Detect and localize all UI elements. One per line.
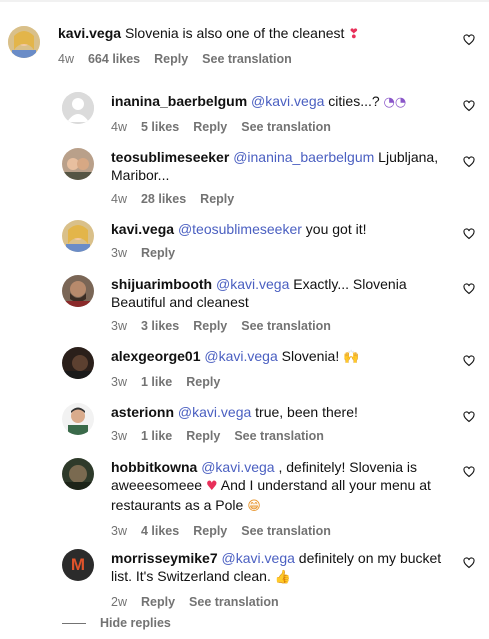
reply-button[interactable]: Reply xyxy=(200,191,234,207)
raised-hands-emoji: 🙌 xyxy=(343,350,360,365)
avatar[interactable] xyxy=(62,92,94,124)
pink-heart-emoji: ♥ xyxy=(205,479,218,494)
like-heart-icon[interactable] xyxy=(463,557,475,569)
username[interactable]: inanina_baerbelgum xyxy=(111,93,247,109)
username[interactable]: shijuarimbooth xyxy=(111,276,212,292)
likes-count[interactable]: 4 likes xyxy=(141,523,179,539)
mention-link[interactable]: @kavi.vega xyxy=(178,404,251,420)
avatar[interactable] xyxy=(62,458,94,490)
comment-text: you got it! xyxy=(305,221,367,237)
see-translation-link[interactable]: See translation xyxy=(189,594,279,610)
mention-link[interactable]: @kavi.vega xyxy=(222,550,295,566)
reply-button[interactable]: Reply xyxy=(141,245,175,261)
reply-button[interactable]: Reply xyxy=(154,51,188,67)
comment-text: Slovenia! xyxy=(281,348,340,364)
see-translation-link[interactable]: See translation xyxy=(234,428,324,444)
comment-text: cities...? xyxy=(328,93,380,109)
reply-button[interactable]: Reply xyxy=(193,318,227,334)
comment-text: Slovenia is also one of the cleanest xyxy=(124,25,345,41)
likes-count[interactable]: 1 like xyxy=(141,428,172,444)
likes-count[interactable]: 28 likes xyxy=(141,191,186,207)
reply-button[interactable]: Reply xyxy=(193,119,227,135)
comment-text: definitely on my bucket xyxy=(298,550,442,566)
comment-text-cont: aweeesomeee xyxy=(111,477,203,493)
username[interactable]: asterionn xyxy=(111,404,174,420)
comment-text: Ljubljana, xyxy=(378,149,439,165)
avatar[interactable] xyxy=(62,275,94,307)
hide-replies-line xyxy=(62,622,86,624)
see-translation-link[interactable]: See translation xyxy=(241,523,331,539)
mention-link[interactable]: @kavi.vega xyxy=(251,93,324,109)
timestamp: 3w xyxy=(111,319,127,333)
see-translation-link[interactable]: See translation xyxy=(202,51,292,67)
like-heart-icon[interactable] xyxy=(463,283,475,295)
username[interactable]: alexgeorge01 xyxy=(111,348,201,364)
username[interactable]: hobbitkowna xyxy=(111,459,197,475)
like-heart-icon[interactable] xyxy=(463,466,475,478)
username[interactable]: teosublimeseeker xyxy=(111,149,229,165)
like-heart-icon[interactable] xyxy=(463,156,475,168)
comment-text-cont: restaurants as a Pole xyxy=(111,497,244,513)
comment-text-cont: And I understand all your menu at xyxy=(220,477,431,493)
timestamp: 3w xyxy=(111,429,127,443)
thumbs-up-emoji: 👍 xyxy=(274,570,291,585)
mention-link[interactable]: @kavi.vega xyxy=(216,276,289,292)
timestamp: 3w xyxy=(111,246,127,260)
mention-link[interactable]: @kavi.vega xyxy=(204,348,277,364)
reply-button[interactable]: Reply xyxy=(141,594,175,610)
like-heart-icon[interactable] xyxy=(463,34,475,46)
like-heart-icon[interactable] xyxy=(463,228,475,240)
reply-button[interactable]: Reply xyxy=(186,428,220,444)
timestamp: 3w xyxy=(111,375,127,389)
comment-text: Exactly... Slovenia xyxy=(293,276,407,292)
avatar[interactable] xyxy=(8,26,40,58)
avatar-letter: M xyxy=(70,555,86,574)
avatar[interactable] xyxy=(62,403,94,435)
reply-button[interactable]: Reply xyxy=(193,523,227,539)
comment-text: , definitely! Slovenia is xyxy=(278,459,417,475)
like-heart-icon[interactable] xyxy=(463,100,475,112)
timestamp: 4w xyxy=(111,192,127,206)
avatar[interactable] xyxy=(62,148,94,180)
comment-text-cont: Maribor... xyxy=(111,167,170,183)
top-divider xyxy=(0,0,489,2)
like-heart-icon[interactable] xyxy=(463,355,475,367)
comment-text-cont: list. It's Switzerland clean. xyxy=(111,568,271,584)
hide-replies-button[interactable]: Hide replies xyxy=(100,616,171,630)
username[interactable]: kavi.vega xyxy=(111,221,174,237)
reply-button[interactable]: Reply xyxy=(186,374,220,390)
comment-text-cont: Beautiful and cleanest xyxy=(111,294,249,310)
comment-text: true, been there! xyxy=(255,404,358,420)
username[interactable]: morrisseymike7 xyxy=(111,550,218,566)
avatar[interactable] xyxy=(62,220,94,252)
timestamp: 4w xyxy=(111,120,127,134)
like-heart-icon[interactable] xyxy=(463,411,475,423)
username[interactable]: kavi.vega xyxy=(58,25,121,41)
mention-link[interactable]: @kavi.vega xyxy=(201,459,274,475)
timestamp: 2w xyxy=(111,595,127,609)
mention-link[interactable]: @teosublimeseeker xyxy=(178,221,302,237)
likes-count[interactable]: 3 likes xyxy=(141,318,179,334)
timestamp: 4w xyxy=(58,52,74,66)
see-translation-link[interactable]: See translation xyxy=(241,119,331,135)
timestamp: 3w xyxy=(111,524,127,538)
see-translation-link[interactable]: See translation xyxy=(241,318,331,334)
avatar[interactable] xyxy=(62,347,94,379)
likes-count[interactable]: 5 likes xyxy=(141,119,179,135)
eyes-emoji: ◔◔ xyxy=(383,95,407,110)
likes-count[interactable]: 664 likes xyxy=(88,51,140,67)
hide-replies-row[interactable]: Hide replies xyxy=(62,616,171,630)
avatar[interactable]: M xyxy=(62,549,94,581)
likes-count[interactable]: 1 like xyxy=(141,374,172,390)
mention-link[interactable]: @inanina_baerbelgum xyxy=(233,149,374,165)
heart-exclamation-emoji: ❣ xyxy=(348,27,360,42)
grinning-emoji: 😁 xyxy=(247,499,261,514)
